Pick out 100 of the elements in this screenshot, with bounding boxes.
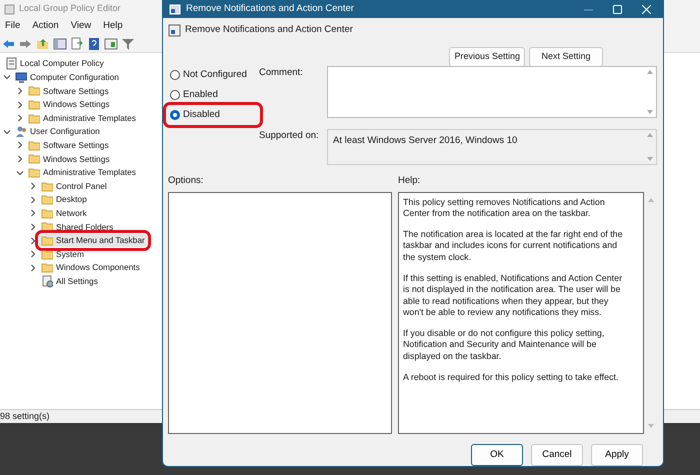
expand-chevron-icon[interactable] <box>16 114 24 122</box>
tree-item-label: Software Settings <box>43 84 109 98</box>
dialog-button[interactable]: Apply <box>591 444 643 466</box>
expand-chevron-icon[interactable] <box>16 141 24 150</box>
properties-icon[interactable] <box>104 36 118 50</box>
policy-icon <box>169 4 181 15</box>
field-label: Comment: <box>259 66 304 80</box>
tree-item[interactable]: Computer Configuration <box>13 70 121 84</box>
folder-up-icon[interactable] <box>36 36 50 50</box>
tree-item[interactable]: Desktop <box>39 193 89 206</box>
folder-icon <box>41 180 53 193</box>
tree-item-label: User Configuration <box>30 125 100 138</box>
tree-item[interactable]: Control Panel <box>39 180 109 193</box>
dialog-button[interactable]: OK <box>471 444 523 466</box>
tree-item-label: All Settings <box>56 274 98 288</box>
tree-item-label: Software Settings <box>43 139 109 152</box>
tree-item-label: Network <box>56 207 87 220</box>
help-icon[interactable] <box>87 36 101 50</box>
menu-item[interactable]: View <box>70 19 92 34</box>
collapse-chevron-icon[interactable] <box>3 73 11 82</box>
setting-name: Remove Notifications and Action Center <box>185 22 353 37</box>
expand-chevron-icon[interactable] <box>16 100 24 109</box>
close-icon[interactable] <box>642 4 651 14</box>
policy-setting-icon <box>168 24 181 37</box>
tree-item-label: Computer Configuration <box>30 71 119 84</box>
section-label: Options: <box>168 174 204 188</box>
help-paragraph: If this setting is enabled, Notifications and Action Center is not displayed in the notification area. The user will be able to read notifications when they appear, but they won't be able to review any notifications they miss. <box>403 272 624 319</box>
settings-icon <box>41 274 53 288</box>
console-tree-icon[interactable] <box>53 36 67 50</box>
tree-item[interactable]: Shared Folders <box>39 220 116 234</box>
tree-item-label: Desktop <box>56 193 87 206</box>
tree-item[interactable]: Windows Settings <box>26 98 112 112</box>
tree-item-label: System <box>56 248 84 260</box>
expand-chevron-icon[interactable] <box>29 250 37 258</box>
tree-item-label: Administrative Templates <box>43 112 136 124</box>
nav-button[interactable]: Next Setting <box>529 46 603 67</box>
radio-option[interactable]: Enabled <box>167 86 259 104</box>
expand-chevron-icon[interactable] <box>29 196 37 204</box>
tree-item[interactable]: Network <box>39 206 89 220</box>
supported-on-text: At least Windows Server 2016, Windows 10 <box>333 134 518 146</box>
expand-chevron-icon[interactable] <box>16 86 24 95</box>
window-title: Local Group Policy Editor <box>19 2 121 16</box>
help-paragraph: The notification area is located at the far right end of the taskbar and includes icons for current notifications and the system clock. <box>403 228 624 264</box>
collapse-chevron-icon[interactable] <box>3 128 11 136</box>
expand-chevron-icon[interactable] <box>29 236 37 245</box>
collapse-chevron-icon[interactable] <box>16 168 24 177</box>
tree-item[interactable]: Administrative Templates <box>26 112 138 125</box>
tree-item-label: Windows Settings <box>43 98 110 111</box>
folder-icon <box>41 234 53 248</box>
users-icon <box>15 125 27 138</box>
folder-icon <box>28 84 40 98</box>
computer-icon <box>15 70 27 84</box>
tree-item-label: Administrative Templates <box>43 166 136 179</box>
nav-button[interactable]: Previous Setting <box>449 46 525 67</box>
help-paragraph: If you disable or do not configure this policy setting, Notification and Security and Maintenance will be displayed on the taskbar. <box>403 328 606 363</box>
tree-item[interactable]: Local Computer Policy <box>3 57 106 70</box>
tree-item[interactable]: Windows Settings <box>26 152 112 166</box>
tree-item-label: Windows Components <box>56 261 140 274</box>
field-label: Supported on: <box>259 128 320 143</box>
expand-chevron-icon[interactable] <box>29 222 37 231</box>
folder-icon <box>41 206 53 220</box>
tree-item-label: Start Menu and Taskbar <box>56 234 145 247</box>
app-icon <box>4 4 15 14</box>
window-title: Remove Notifications and Action Center <box>186 2 354 16</box>
status-text: 98 setting(s) <box>0 410 50 423</box>
expand-chevron-icon[interactable] <box>16 154 24 163</box>
radio-option[interactable]: Not Configured <box>167 66 259 84</box>
export-icon[interactable] <box>70 36 84 50</box>
menu-item[interactable]: Action <box>32 19 59 34</box>
folder-icon <box>28 166 40 180</box>
maximize-icon[interactable] <box>613 4 622 14</box>
tree-item-label: Local Computer Policy <box>20 57 104 70</box>
menu-item[interactable]: File <box>5 19 20 34</box>
tree-item[interactable]: Windows Components <box>39 261 142 274</box>
expand-chevron-icon[interactable] <box>29 209 37 218</box>
menu-item[interactable]: Help <box>103 19 123 34</box>
tree-item-label: Shared Folders <box>56 220 114 234</box>
dialog-button[interactable]: Cancel <box>531 444 583 466</box>
tree-item[interactable]: Software Settings <box>26 138 111 152</box>
folder-icon <box>41 261 53 274</box>
section-label: Help: <box>398 174 420 188</box>
help-paragraph: A reboot is required for this policy setting to take effect. <box>403 372 620 384</box>
expand-chevron-icon[interactable] <box>29 182 37 190</box>
tree-item[interactable]: System <box>39 248 86 261</box>
folder-icon <box>28 112 40 125</box>
help-paragraph: This policy setting removes Notifications and Action Center from the notification area on the taskbar. <box>403 196 606 220</box>
folder-icon <box>28 138 40 152</box>
folder-icon <box>28 98 40 112</box>
tree-item[interactable]: User Configuration <box>13 125 102 138</box>
tree-item[interactable]: Software Settings <box>26 84 111 98</box>
tree-item[interactable]: Administrative Templates <box>26 166 138 180</box>
document-icon <box>5 57 17 70</box>
tree-item[interactable]: Start Menu and Taskbar <box>39 234 147 248</box>
tree-item[interactable]: All Settings <box>39 274 100 288</box>
filter-icon[interactable] <box>121 36 135 50</box>
folder-icon <box>41 193 53 206</box>
expand-chevron-icon[interactable] <box>29 264 37 272</box>
folder-icon <box>41 248 53 261</box>
tree-item-label: Windows Settings <box>43 152 110 166</box>
tree-item-label: Control Panel <box>56 180 107 192</box>
